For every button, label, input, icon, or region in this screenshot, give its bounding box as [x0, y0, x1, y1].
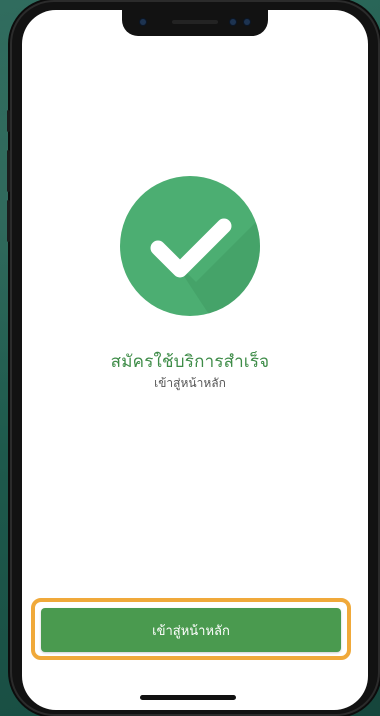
check-circle-icon — [120, 176, 260, 316]
phone-volume-down-button — [7, 200, 10, 242]
sensor-icon — [230, 19, 236, 25]
front-camera-icon — [140, 19, 146, 25]
phone-side-button — [7, 110, 10, 132]
phone-notch — [122, 10, 268, 36]
phone-volume-up-button — [7, 150, 10, 192]
go-to-home-button[interactable]: เข้าสู่หน้าหลัก — [41, 608, 341, 652]
success-title: สมัครใช้บริการสำเร็จ — [110, 352, 270, 372]
success-subtitle: เข้าสู่หน้าหลัก — [154, 376, 226, 390]
home-indicator[interactable] — [140, 695, 236, 700]
sensor-icon — [244, 19, 250, 25]
speaker-grille — [172, 20, 218, 24]
